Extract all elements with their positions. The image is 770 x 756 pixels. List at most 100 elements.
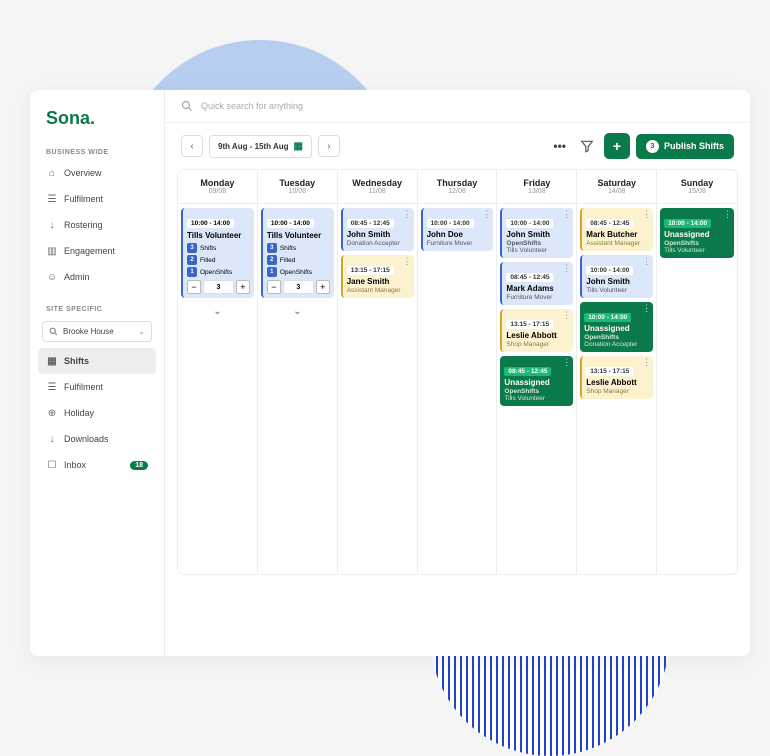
- sidebar-item-fulfilment-biz[interactable]: ☰ Fulfilment: [38, 186, 156, 212]
- next-week-button[interactable]: ›: [318, 135, 340, 157]
- shift-card[interactable]: ⋮13:15 - 17:15Jane SmithAssistant Manage…: [341, 255, 414, 298]
- shift-card[interactable]: ⋮10:00 - 14:00John SmithTills Volunteer: [580, 255, 653, 298]
- prev-week-button[interactable]: ‹: [181, 135, 203, 157]
- sidebar-item-label: Admin: [64, 272, 90, 282]
- kebab-icon[interactable]: ⋮: [562, 211, 571, 217]
- shift-card[interactable]: ⋮08:45 - 12:45John SmithDonation Accepte…: [341, 208, 414, 251]
- site-selector[interactable]: Brooke House ⌄: [42, 321, 152, 342]
- day-column-tuesday: 10:00 - 14:00 Tills Volunteer 3Shifts 2F…: [258, 204, 338, 574]
- day-header: Tuesday10/08: [258, 170, 338, 203]
- day-header: Friday13/08: [497, 170, 577, 203]
- sidebar-item-engagement[interactable]: ▥ Engagement: [38, 238, 156, 264]
- kebab-icon[interactable]: ⋮: [403, 258, 412, 264]
- day-column-friday: ⋮10:00 - 14:00John SmithOpenShiftsTills …: [497, 204, 577, 574]
- publish-shifts-button[interactable]: 3 Publish Shifts: [636, 134, 734, 159]
- clipboard-icon: ☰: [46, 193, 58, 205]
- expand-column-button[interactable]: ⌄: [181, 302, 254, 321]
- stepper-minus-button[interactable]: −: [187, 280, 201, 294]
- search-bar[interactable]: Quick search for anything: [165, 90, 750, 123]
- day-column-thursday: ⋮10:00 - 14:00John DoeFurniture Mover: [418, 204, 498, 574]
- shift-card[interactable]: ⋮10:00 - 14:00John DoeFurniture Mover: [421, 208, 494, 251]
- sidebar-item-fulfilment-site[interactable]: ☰ Fulfilment: [38, 374, 156, 400]
- stepper-plus-button[interactable]: +: [236, 280, 250, 294]
- inbox-count-badge: 18: [130, 461, 148, 470]
- publish-count-badge: 3: [646, 140, 659, 153]
- day-header: Monday09/08: [178, 170, 258, 203]
- sidebar-item-downloads[interactable]: ↓ Downloads: [38, 426, 156, 452]
- sidebar-item-admin[interactable]: ☺ Admin: [38, 264, 156, 290]
- day-header: Thursday12/08: [418, 170, 498, 203]
- sidebar-item-holiday[interactable]: ⊕ Holiday: [38, 400, 156, 426]
- day-column-saturday: ⋮08:45 - 12:45Mark ButcherAssistant Mana…: [577, 204, 657, 574]
- sidebar-item-inbox[interactable]: ☐ Inbox 18: [38, 452, 156, 478]
- clipboard-icon: ☰: [46, 381, 58, 393]
- shift-card-unassigned[interactable]: ⋮10:00 - 14:00UnassignedOpenShiftsTills …: [660, 208, 734, 258]
- kebab-icon[interactable]: ⋮: [723, 211, 732, 217]
- stepper-value: 3: [283, 280, 314, 294]
- kebab-icon[interactable]: ⋮: [403, 211, 412, 217]
- sidebar-item-label: Engagement: [64, 246, 115, 256]
- chevron-down-icon: ⌄: [213, 306, 221, 317]
- shift-summary-card[interactable]: 10:00 - 14:00 Tills Volunteer 3Shifts 2F…: [181, 208, 254, 298]
- shift-card[interactable]: ⋮10:00 - 14:00John SmithOpenShiftsTills …: [500, 208, 573, 258]
- sidebar-section-business: BUSINESS WIDE: [38, 143, 156, 160]
- calendar-icon: ▦: [294, 141, 303, 152]
- kebab-icon[interactable]: ⋮: [642, 359, 651, 365]
- stepper-value: 3: [203, 280, 234, 294]
- chart-icon: ▥: [46, 245, 58, 257]
- sidebar-item-shifts[interactable]: ▦ Shifts: [38, 348, 156, 374]
- sidebar-item-rostering[interactable]: ↓ Rostering: [38, 212, 156, 238]
- shift-card[interactable]: ⋮08:45 - 12:45Mark ButcherAssistant Mana…: [580, 208, 653, 251]
- day-column-monday: 10:00 - 14:00 Tills Volunteer 3Shifts 2F…: [178, 204, 258, 574]
- sidebar-item-label: Fulfilment: [64, 382, 103, 392]
- sidebar-item-label: Shifts: [64, 356, 89, 366]
- chevron-down-icon: ⌄: [293, 306, 301, 317]
- kebab-icon[interactable]: ⋮: [562, 265, 571, 271]
- shift-role: Tills Volunteer: [187, 231, 250, 240]
- search-icon: [181, 100, 193, 112]
- publish-label: Publish Shifts: [664, 141, 724, 151]
- date-range-picker[interactable]: 9th Aug - 15th Aug ▦: [209, 135, 312, 158]
- calendar: Monday09/08 Tuesday10/08 Wednesday11/08 …: [177, 169, 738, 575]
- shift-card[interactable]: ⋮08:45 - 12:45Mark AdamsFurniture Mover: [500, 262, 573, 305]
- shift-card-unassigned[interactable]: ⋮10:00 - 14:00UnassignedOpenShiftsDonati…: [580, 302, 653, 352]
- sidebar-item-label: Inbox: [64, 460, 86, 470]
- filter-button[interactable]: [576, 135, 598, 157]
- time-chip: 10:00 - 14:00: [187, 219, 234, 228]
- download-icon: ↓: [46, 219, 58, 231]
- kebab-icon[interactable]: ⋮: [562, 359, 571, 365]
- inbox-icon: ☐: [46, 459, 58, 471]
- kebab-icon[interactable]: ⋮: [482, 211, 491, 217]
- date-range-label: 9th Aug - 15th Aug: [218, 142, 289, 151]
- calendar-header: Monday09/08 Tuesday10/08 Wednesday11/08 …: [178, 170, 737, 204]
- shift-card-unassigned[interactable]: ⋮08:45 - 12:45UnassignedOpenShiftsTills …: [500, 356, 573, 406]
- day-column-wednesday: ⋮08:45 - 12:45John SmithDonation Accepte…: [338, 204, 418, 574]
- day-header: Saturday14/08: [577, 170, 657, 203]
- download-icon: ↓: [46, 433, 58, 445]
- day-header: Sunday15/08: [657, 170, 737, 203]
- logo: Sona.: [38, 102, 156, 143]
- stepper-minus-button[interactable]: −: [267, 280, 281, 294]
- add-shift-button[interactable]: +: [604, 133, 630, 159]
- day-header: Wednesday11/08: [338, 170, 418, 203]
- more-menu-button[interactable]: •••: [549, 137, 570, 155]
- stepper-plus-button[interactable]: +: [316, 280, 330, 294]
- sidebar-item-overview[interactable]: ⌂ Overview: [38, 160, 156, 186]
- kebab-icon[interactable]: ⋮: [642, 305, 651, 311]
- quantity-stepper: − 3 +: [187, 280, 250, 294]
- day-column-sunday: ⋮10:00 - 14:00UnassignedOpenShiftsTills …: [657, 204, 737, 574]
- expand-column-button[interactable]: ⌄: [261, 302, 334, 321]
- site-name: Brooke House: [63, 327, 114, 336]
- shift-summary-card[interactable]: 10:00 - 14:00 Tills Volunteer 3Shifts 2F…: [261, 208, 334, 298]
- kebab-icon[interactable]: ⋮: [642, 258, 651, 264]
- kebab-icon[interactable]: ⋮: [642, 211, 651, 217]
- time-chip: 10:00 - 14:00: [267, 219, 314, 228]
- shift-card[interactable]: ⋮13.15 - 17:15Leslie AbbottShop Manager: [500, 309, 573, 352]
- main-panel: Quick search for anything ‹ 9th Aug - 15…: [165, 90, 750, 656]
- toolbar: ‹ 9th Aug - 15th Aug ▦ › ••• + 3 Publish…: [165, 123, 750, 169]
- shift-card[interactable]: ⋮13:15 - 17:15Leslie AbbottShop Manager: [580, 356, 653, 399]
- kebab-icon[interactable]: ⋮: [562, 312, 571, 318]
- sidebar-section-site: SITE SPECIFIC: [38, 300, 156, 317]
- search-placeholder: Quick search for anything: [201, 101, 303, 111]
- sidebar-item-label: Holiday: [64, 408, 94, 418]
